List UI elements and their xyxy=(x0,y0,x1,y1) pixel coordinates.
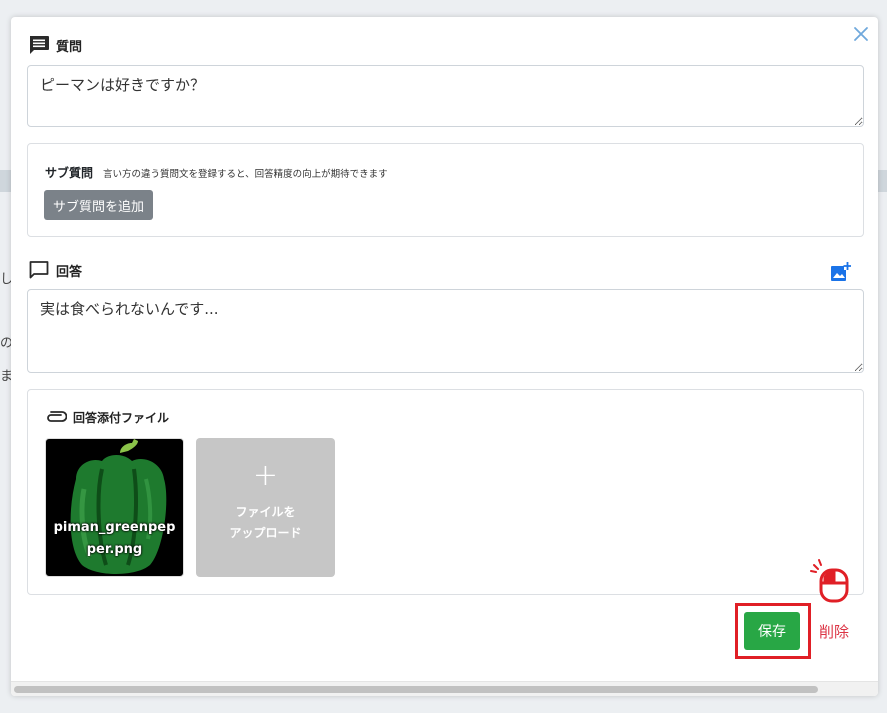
upload-label: ファイルを アップロード xyxy=(196,502,335,544)
add-sub-question-button[interactable]: サブ質問を追加 xyxy=(44,190,154,220)
delete-button[interactable]: 削除 xyxy=(819,621,849,642)
close-button[interactable] xyxy=(850,23,872,45)
sub-question-card: サブ質問 言い方の違う質問文を登録すると、回答精度の向上が期待できます サブ質問… xyxy=(27,143,864,237)
answer-label-text: 回答 xyxy=(56,264,83,280)
upload-label-line2: アップロード xyxy=(229,526,302,540)
close-icon xyxy=(854,27,868,41)
upload-file-button[interactable]: + ファイルを アップロード xyxy=(196,438,335,577)
scrollbar-thumb[interactable] xyxy=(14,686,818,693)
sub-question-title: サブ質問 xyxy=(45,166,94,180)
horizontal-scrollbar[interactable] xyxy=(11,681,878,696)
attachment-thumbnail[interactable]: piman_greenpepper.png xyxy=(45,438,184,577)
faq-edit-modal: 質問 ピーマンは好きですか？ サブ質問 言い方の違う質問文を登録すると、回答精度… xyxy=(11,17,878,696)
answer-label: 回答 xyxy=(28,260,82,280)
mouse-click-icon xyxy=(810,559,849,603)
save-button[interactable]: 保存 xyxy=(744,612,800,650)
attachments-header: 回答添付ファイル xyxy=(45,409,169,426)
answer-textarea[interactable]: 実は食べられないんです... xyxy=(27,289,864,373)
paperclip-icon xyxy=(47,410,67,422)
chat-outline-icon xyxy=(29,261,49,279)
question-label: 質問 xyxy=(28,35,82,55)
chat-icon xyxy=(30,36,49,54)
sub-question-header: サブ質問 言い方の違う質問文を登録すると、回答精度の向上が期待できます xyxy=(45,164,388,181)
add-image-button[interactable] xyxy=(828,261,852,283)
attachments-title: 回答添付ファイル xyxy=(73,411,170,425)
question-label-text: 質問 xyxy=(56,39,83,55)
add-photo-icon xyxy=(831,262,851,281)
plus-icon: + xyxy=(252,458,279,493)
question-textarea[interactable]: ピーマンは好きですか？ xyxy=(27,65,864,127)
attachment-filename: piman_greenpepper.png xyxy=(53,520,176,557)
upload-label-line1: ファイルを xyxy=(235,505,296,519)
sub-question-hint: 言い方の違う質問文を登録すると、回答精度の向上が期待できます xyxy=(103,169,388,180)
attachments-card: 回答添付ファイル piman_greenpepper.png + ファイルを ア… xyxy=(27,389,864,595)
background-band-right xyxy=(878,170,887,192)
